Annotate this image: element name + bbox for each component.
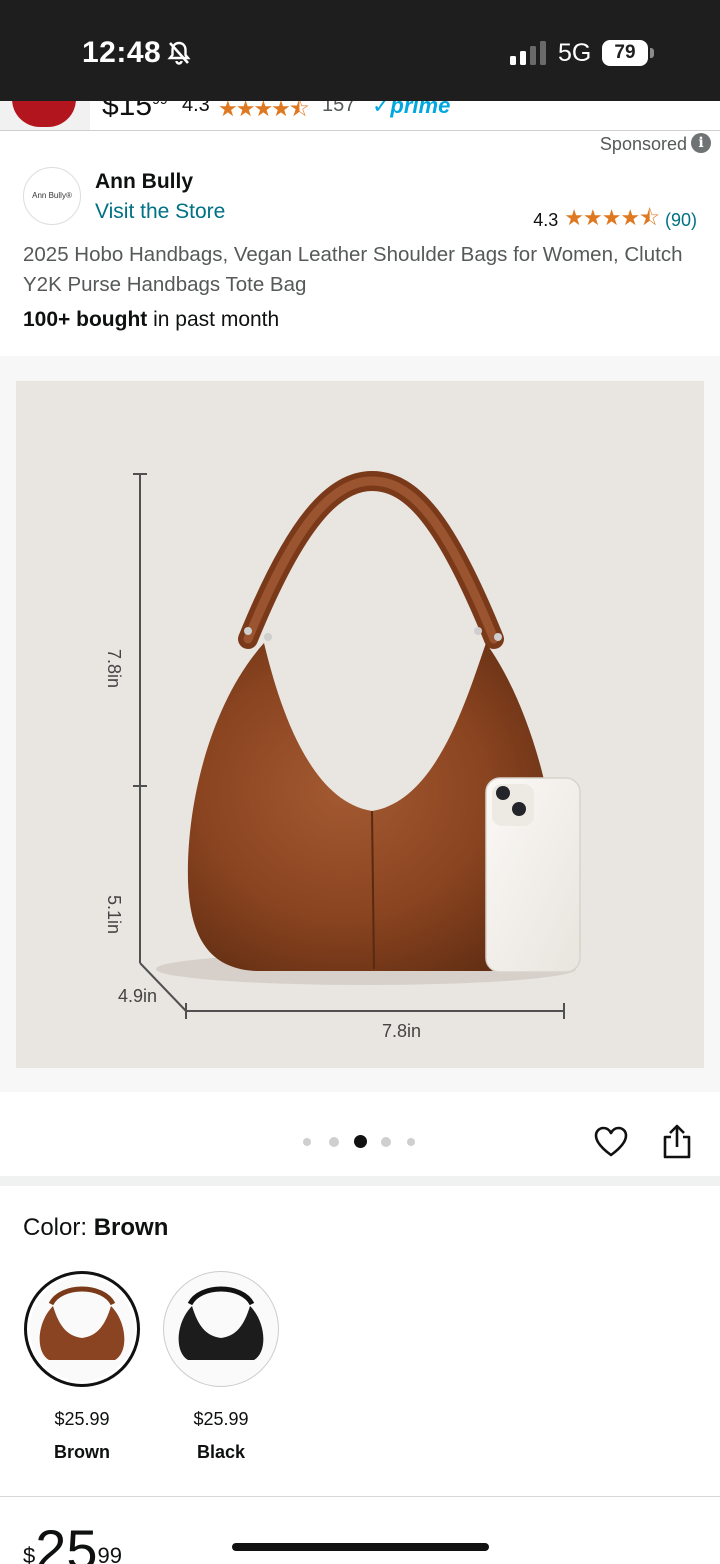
swatch-name-black: Black [196, 1442, 246, 1462]
product-image-drawing: 7.8in 5.1in 4.9in 7.8in [104, 470, 581, 1041]
dimension-height-bottom: 5.1in [104, 895, 124, 934]
swatch-price-black: $25.99 [193, 1409, 249, 1429]
product-title: 2025 Hobo Handbags, Vegan Leather Should… [23, 243, 683, 296]
network-label: 5G [558, 39, 592, 67]
swatch-name-brown: Brown [54, 1442, 110, 1462]
dimension-width: 7.8in [382, 1021, 421, 1041]
swatch-price-brown: $25.99 [54, 1409, 110, 1429]
bought-in-past-month: 100+ bought in past month [23, 308, 280, 331]
status-time: 12:48 [82, 36, 162, 69]
bell-slash-icon [167, 41, 191, 65]
red-bag-image [12, 101, 76, 127]
prime-badge: ✓prime [372, 101, 451, 118]
carousel-dot[interactable] [329, 1137, 339, 1147]
sticky-review-count: 157 [322, 101, 356, 116]
sticky-rating: 4.3 [182, 101, 210, 116]
star-rating-icon: ★★★★⯪ [564, 205, 660, 230]
heart-icon[interactable] [594, 1126, 628, 1158]
carousel-dot[interactable] [303, 1138, 311, 1146]
carousel-dot[interactable] [407, 1138, 415, 1146]
sponsored-label: Sponsored [599, 134, 687, 154]
dimension-depth: 4.9in [118, 986, 157, 1006]
share-icon[interactable] [662, 1124, 692, 1160]
bottom-divider [0, 1496, 720, 1497]
carousel-dot[interactable] [381, 1137, 391, 1147]
battery-indicator: 79 [602, 40, 648, 66]
black-bag-thumbnail [178, 1286, 264, 1360]
review-count-link[interactable]: (90) [665, 210, 697, 231]
battery-nub [650, 48, 654, 58]
product-image[interactable]: 7.8in 5.1in 4.9in 7.8in [16, 381, 704, 1068]
section-divider [0, 1176, 720, 1186]
dimension-height-top: 7.8in [104, 649, 124, 688]
sticky-price: $1599 [102, 101, 168, 122]
sticky-product-strip[interactable]: $1599 4.3 ★★★★⯪ 157 ✓prime [0, 101, 720, 131]
color-label: Color: Brown [23, 1214, 169, 1241]
visit-store-link[interactable]: Visit the Store [95, 200, 225, 224]
sticky-stars: ★★★★⯪ [218, 101, 310, 121]
signal-icon [510, 41, 546, 65]
brown-bag-thumbnail [39, 1286, 125, 1360]
home-indicator[interactable] [232, 1543, 489, 1551]
carousel-dot[interactable] [354, 1135, 367, 1148]
brand-name: Ann Bully [95, 170, 193, 193]
info-icon[interactable]: i [691, 133, 711, 153]
sticky-thumbnail [0, 101, 90, 130]
rating-value: 4.3 [533, 209, 559, 230]
price-display: $2599 [23, 1518, 123, 1564]
color-swatch-black[interactable] [163, 1271, 279, 1387]
color-swatch-brown[interactable] [24, 1271, 140, 1387]
status-bar: 12:48 5G 79 [0, 0, 720, 101]
rating-summary[interactable]: 4.3 ★★★★⯪ (90) [533, 201, 697, 239]
brand-logo[interactable]: Ann Bully® [23, 167, 81, 225]
